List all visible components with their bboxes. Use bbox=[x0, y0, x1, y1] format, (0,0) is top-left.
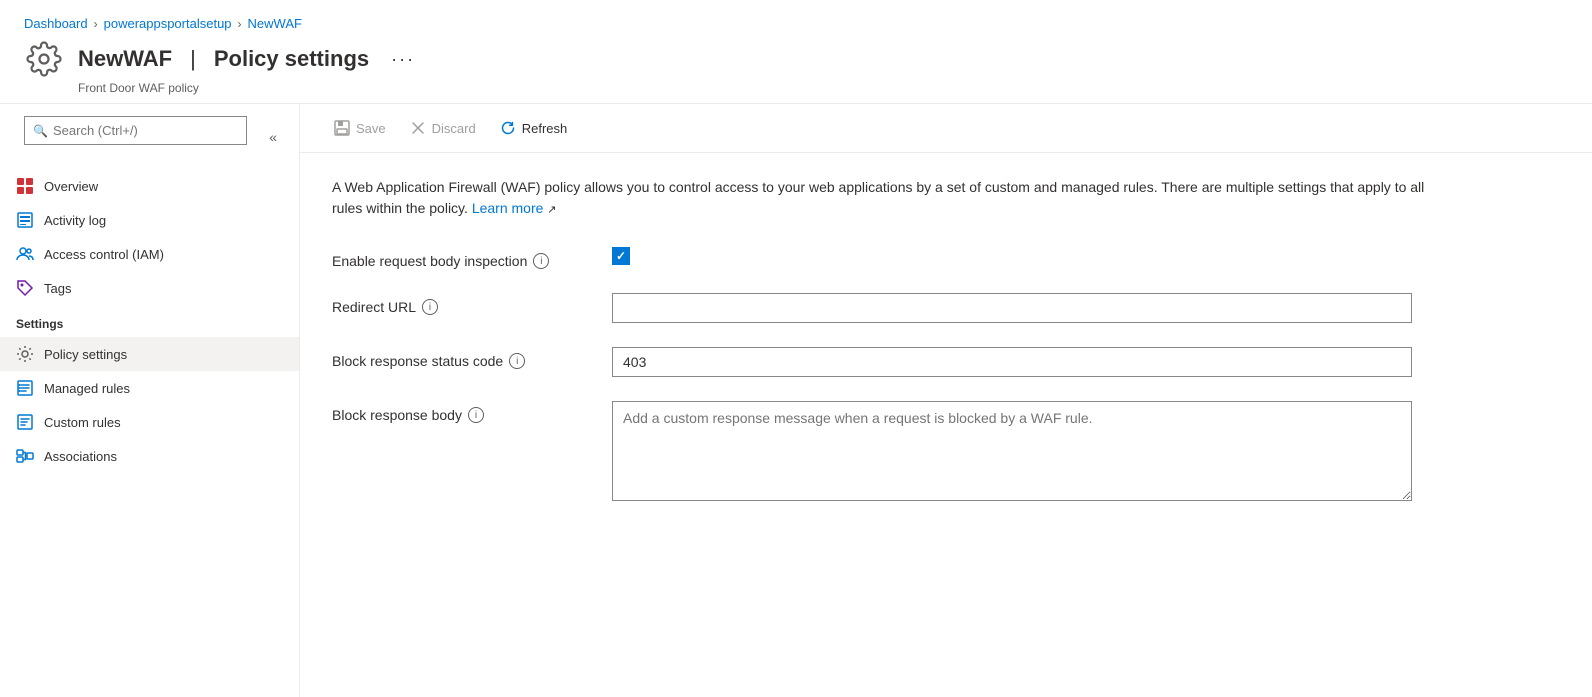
redirect-url-input[interactable] bbox=[612, 293, 1412, 323]
block-body-info-icon[interactable]: i bbox=[468, 407, 484, 423]
collapse-button[interactable]: « bbox=[259, 123, 287, 151]
sidebar: 🔍 « Overview bbox=[0, 104, 300, 697]
learn-more-link[interactable]: Learn more bbox=[472, 200, 544, 216]
redirect-url-info-icon[interactable]: i bbox=[422, 299, 438, 315]
block-body-control bbox=[612, 401, 1412, 504]
toolbar: Save Discard Refresh bbox=[300, 104, 1592, 153]
overview-label: Overview bbox=[44, 179, 98, 194]
sidebar-item-custom-rules[interactable]: Custom rules bbox=[0, 405, 299, 439]
managed-rules-icon bbox=[16, 379, 34, 397]
block-status-row: Block response status code i bbox=[332, 347, 1560, 377]
enable-inspection-row: Enable request body inspection i bbox=[332, 247, 1560, 269]
discard-label: Discard bbox=[432, 121, 476, 136]
enable-inspection-info-icon[interactable]: i bbox=[533, 253, 549, 269]
search-icon: 🔍 bbox=[33, 124, 48, 138]
block-body-row: Block response body i bbox=[332, 401, 1560, 504]
subtitle: Front Door WAF policy bbox=[78, 81, 1568, 95]
page-title: Policy settings bbox=[214, 46, 369, 72]
redirect-url-row: Redirect URL i bbox=[332, 293, 1560, 323]
sidebar-item-activity-log[interactable]: Activity log bbox=[0, 203, 299, 237]
block-status-input[interactable] bbox=[612, 347, 1412, 377]
sidebar-item-tags[interactable]: Tags bbox=[0, 271, 299, 305]
description-text: A Web Application Firewall (WAF) policy … bbox=[332, 177, 1432, 219]
save-button[interactable]: Save bbox=[324, 114, 396, 142]
sidebar-item-iam[interactable]: Access control (IAM) bbox=[0, 237, 299, 271]
iam-label: Access control (IAM) bbox=[44, 247, 164, 262]
managed-rules-label: Managed rules bbox=[44, 381, 130, 396]
breadcrumb-dashboard[interactable]: Dashboard bbox=[24, 16, 88, 31]
page-header: Dashboard › powerappsportalsetup › NewWA… bbox=[0, 0, 1592, 104]
main-content: Save Discard Refresh bbox=[300, 104, 1592, 697]
external-link-icon: ↗ bbox=[547, 204, 556, 216]
breadcrumb-newwaf[interactable]: NewWAF bbox=[248, 16, 302, 31]
block-body-label: Block response body i bbox=[332, 401, 612, 423]
block-body-textarea[interactable] bbox=[612, 401, 1412, 501]
save-label: Save bbox=[356, 121, 386, 136]
sidebar-item-policy-settings[interactable]: Policy settings bbox=[0, 337, 299, 371]
content-area: 🔍 « Overview bbox=[0, 104, 1592, 697]
tags-label: Tags bbox=[44, 281, 71, 296]
sidebar-item-managed-rules[interactable]: Managed rules bbox=[0, 371, 299, 405]
settings-section-title: Settings bbox=[0, 305, 299, 337]
policy-settings-icon bbox=[16, 345, 34, 363]
sidebar-item-associations[interactable]: Associations bbox=[0, 439, 299, 473]
title-separator: | bbox=[190, 46, 196, 72]
activity-log-label: Activity log bbox=[44, 213, 106, 228]
search-input[interactable] bbox=[25, 117, 246, 144]
block-status-control bbox=[612, 347, 1412, 377]
breadcrumb: Dashboard › powerappsportalsetup › NewWA… bbox=[24, 16, 1568, 31]
refresh-button[interactable]: Refresh bbox=[490, 114, 578, 142]
more-options-button[interactable]: ··· bbox=[383, 45, 423, 74]
policy-settings-label: Policy settings bbox=[44, 347, 127, 362]
enable-inspection-label: Enable request body inspection i bbox=[332, 247, 612, 269]
title-row: NewWAF | Policy settings ··· bbox=[24, 39, 1568, 79]
form-area: A Web Application Firewall (WAF) policy … bbox=[300, 153, 1592, 697]
redirect-url-control bbox=[612, 293, 1412, 323]
breadcrumb-portal[interactable]: powerappsportalsetup bbox=[104, 16, 232, 31]
redirect-url-label: Redirect URL i bbox=[332, 293, 612, 315]
enable-inspection-checkbox[interactable] bbox=[612, 247, 630, 265]
associations-icon bbox=[16, 447, 34, 465]
block-status-label: Block response status code i bbox=[332, 347, 612, 369]
overview-icon bbox=[16, 177, 34, 195]
block-status-info-icon[interactable]: i bbox=[509, 353, 525, 369]
discard-button[interactable]: Discard bbox=[400, 114, 486, 142]
associations-label: Associations bbox=[44, 449, 117, 464]
activity-log-icon bbox=[16, 211, 34, 229]
refresh-label: Refresh bbox=[522, 121, 568, 136]
custom-rules-label: Custom rules bbox=[44, 415, 121, 430]
gear-icon bbox=[24, 39, 64, 79]
custom-rules-icon bbox=[16, 413, 34, 431]
enable-inspection-control bbox=[612, 247, 1412, 265]
resource-name: NewWAF bbox=[78, 46, 172, 72]
iam-icon bbox=[16, 245, 34, 263]
tags-icon bbox=[16, 279, 34, 297]
sidebar-item-overview[interactable]: Overview bbox=[0, 169, 299, 203]
